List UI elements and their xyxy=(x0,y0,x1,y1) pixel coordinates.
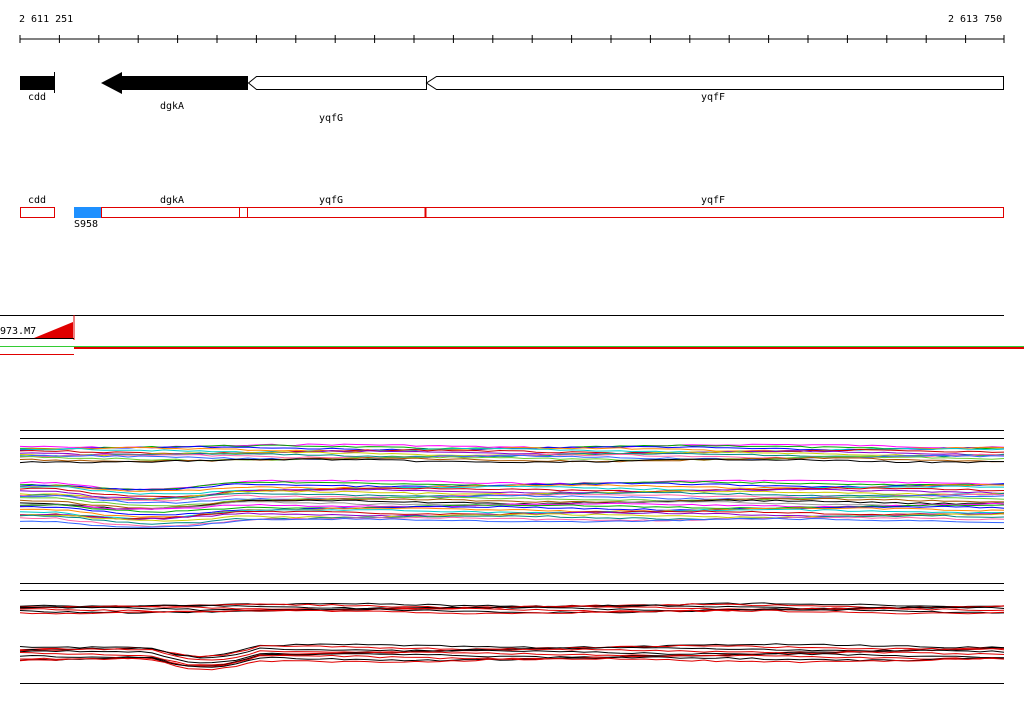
gene-label-dgkA: dgkA xyxy=(160,101,185,112)
gene-label-cdd: cdd xyxy=(28,92,47,103)
genome-track-canvas xyxy=(0,35,1024,684)
segment-track xyxy=(20,207,1004,218)
gene-dgkA-arrow[interactable] xyxy=(101,72,248,94)
start-coordinate: 2 611 251 xyxy=(19,14,74,25)
gene-yqfG-arrow[interactable] xyxy=(247,76,427,90)
segment-gap xyxy=(239,207,248,218)
gene-cdd-arrow[interactable] xyxy=(20,76,54,90)
gene-track xyxy=(20,72,1004,94)
segment-label-yqfF: yqfF xyxy=(701,195,726,206)
gene-label-yqfG: yqfG xyxy=(319,113,344,124)
end-coordinate: 2 613 750 xyxy=(948,14,1003,25)
coordinate-ruler xyxy=(19,35,1005,43)
segment-dgkA[interactable] xyxy=(101,207,240,218)
coverage-wedge xyxy=(34,322,73,338)
segment-cdd[interactable] xyxy=(20,207,55,218)
segment-label-dgkA: dgkA xyxy=(160,195,185,206)
profile-panel-2 xyxy=(19,583,1005,684)
segment-label-cdd: cdd xyxy=(28,195,47,206)
profile-panel-1 xyxy=(19,430,1005,529)
gene-label-yqfF: yqfF xyxy=(701,92,726,103)
segment-yqfG[interactable] xyxy=(247,207,426,218)
segment-label-yqfG: yqfG xyxy=(319,195,344,206)
site-marker[interactable] xyxy=(74,207,102,218)
track-label: 973.M7 xyxy=(0,326,37,337)
sample-track xyxy=(0,315,1024,355)
segment-yqfF[interactable] xyxy=(425,207,1004,218)
gene-yqfF-arrow[interactable] xyxy=(425,76,1004,90)
genome-browser-view: 2 611 251 2 613 750 cdd dgkA yqfG yqfF c… xyxy=(0,0,1024,714)
site-label: S958 xyxy=(74,219,99,230)
